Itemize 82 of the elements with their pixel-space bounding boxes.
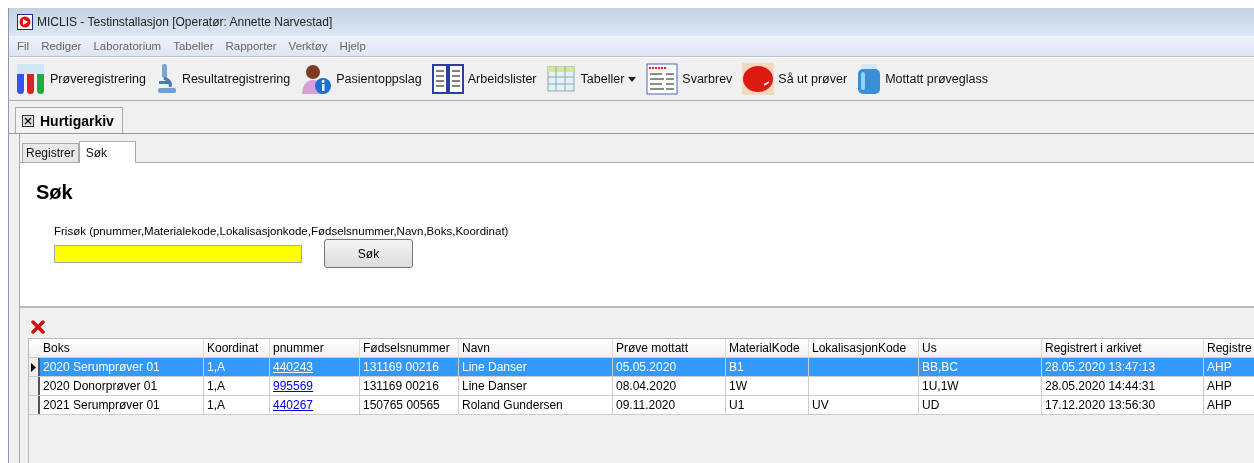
column-header[interactable]: Registre: [1204, 339, 1254, 357]
column-header[interactable]: Boks: [40, 339, 204, 357]
menu-item[interactable]: Tabeller: [173, 40, 214, 52]
table-cell: 28.05.2020 14:44:31: [1042, 377, 1204, 395]
microscope-icon: [155, 63, 178, 95]
search-label: Frisøk (pnummer,Materialekode,Lokalisasjonkode,Fødselsnummer,Navn,Boks,Koordinat): [54, 225, 510, 237]
menu-item[interactable]: Rediger: [41, 40, 82, 52]
toolbar-button[interactable]: Tabeller: [541, 59, 642, 99]
toolbar-button[interactable]: Arbeidslister: [426, 59, 542, 99]
table-cell: 2020 Serumprøver 01: [40, 358, 204, 376]
column-header[interactable]: LokalisasjonKode: [809, 339, 919, 357]
table-cell: 09.11.2020: [613, 396, 726, 414]
table-cell: 150765 00565: [360, 396, 459, 414]
column-header[interactable]: Koordinat: [204, 339, 270, 357]
jar-icon: [857, 63, 882, 95]
table-cell: 131169 00216: [360, 358, 459, 376]
table-cell: 2020 Donorprøver 01: [40, 377, 204, 395]
table-row[interactable]: 2021 Serumprøver 01 1,A 440267 150765 00565 Roland Gundersen 09.11.2020 U1 UV UD 17.12.2020 13:56:30 AHP: [29, 396, 1254, 415]
window-title: MICLIS - Testinstallasjon [Operatør: Annette Narvestad]: [37, 15, 333, 29]
menu-item[interactable]: Fil: [17, 40, 30, 52]
table-cell: 05.05.2020: [613, 358, 726, 376]
table-cell: UD: [919, 396, 1042, 414]
toolbar-button[interactable]: Svarbrev: [641, 59, 738, 99]
tab[interactable]: Søk: [78, 141, 137, 163]
form-icon: [646, 63, 679, 95]
table-cell: 131169 00216: [360, 377, 459, 395]
table-icon: [546, 64, 577, 94]
test-tubes-icon: [16, 63, 46, 95]
table-cell: AHP: [1204, 358, 1254, 376]
row-header[interactable]: [29, 358, 40, 376]
document-tab-label: Hurtigarkiv: [40, 112, 114, 129]
toolbar-button[interactable]: Så ut prøver: [737, 59, 853, 99]
table-cell: U1: [726, 396, 809, 414]
search-button[interactable]: Søk: [324, 239, 413, 268]
tab[interactable]: Registrer: [22, 143, 79, 162]
row-header[interactable]: [29, 396, 40, 414]
column-header[interactable]: Navn: [459, 339, 613, 357]
search-field[interactable]: [54, 244, 302, 263]
table-cell: B1: [726, 358, 809, 376]
table-cell: UV: [809, 396, 919, 414]
row-header[interactable]: [29, 377, 40, 395]
table-cell: 1,A: [204, 377, 270, 395]
column-header[interactable]: Fødselsnummer: [360, 339, 459, 357]
menu-item[interactable]: Laboratorium: [93, 40, 162, 52]
table-cell: 28.05.2020 13:47:13: [1042, 358, 1204, 376]
pnummer-link[interactable]: 440267: [273, 398, 314, 412]
column-header[interactable]: MaterialKode: [726, 339, 809, 357]
table-cell: 17.12.2020 13:56:30: [1042, 396, 1204, 414]
toolbar-button[interactable]: Resultatregistrering: [150, 59, 296, 99]
toolbar-button[interactable]: Mottatt prøveglass: [852, 59, 993, 99]
toolbar-button[interactable]: Pasientoppslag: [295, 59, 427, 99]
menu-item[interactable]: Hjelp: [339, 40, 366, 52]
table-cell: 08.04.2020: [613, 377, 726, 395]
table-cell: Roland Gundersen: [459, 396, 613, 414]
current-row-icon: [31, 362, 36, 372]
person-info-icon: [300, 63, 333, 95]
table-cell: AHP: [1204, 377, 1254, 395]
column-header[interactable]: Us: [919, 339, 1042, 357]
table-cell: 1W: [726, 377, 809, 395]
table-cell: Line Danser: [459, 358, 613, 376]
table-cell: BB,BC: [919, 358, 1042, 376]
table-cell: 1,A: [204, 358, 270, 376]
table-cell: 1,A: [204, 396, 270, 414]
toolbar-button[interactable]: Prøveregistrering: [11, 59, 151, 99]
delete-icon[interactable]: [31, 320, 45, 334]
page-heading: Søk: [36, 181, 74, 205]
table-row[interactable]: 2020 Donorprøver 01 1,A 995569 131169 00216 Line Danser 08.04.2020 1W 1U,1W 28.05.2020 14:44:31 AHP: [29, 377, 1254, 396]
column-header[interactable]: pnummer: [270, 339, 360, 357]
table-cell: Line Danser: [459, 377, 613, 395]
app-logo-icon: [17, 14, 33, 30]
table-cell: 2021 Serumprøver 01: [40, 396, 204, 414]
pnummer-link[interactable]: 995569: [273, 379, 314, 393]
close-icon: [22, 114, 34, 127]
column-header[interactable]: Registrert i arkivet: [1042, 339, 1204, 357]
table-cell: AHP: [1204, 396, 1254, 414]
lists-icon: [431, 63, 464, 95]
petri-dish-icon: [742, 63, 775, 95]
column-header[interactable]: Prøve mottatt: [613, 339, 726, 357]
document-tab[interactable]: Hurtigarkiv: [15, 107, 123, 133]
menu-item[interactable]: Verktøy: [288, 40, 328, 52]
menu-item[interactable]: Rapporter: [225, 40, 277, 52]
table-cell: 1U,1W: [919, 377, 1042, 395]
